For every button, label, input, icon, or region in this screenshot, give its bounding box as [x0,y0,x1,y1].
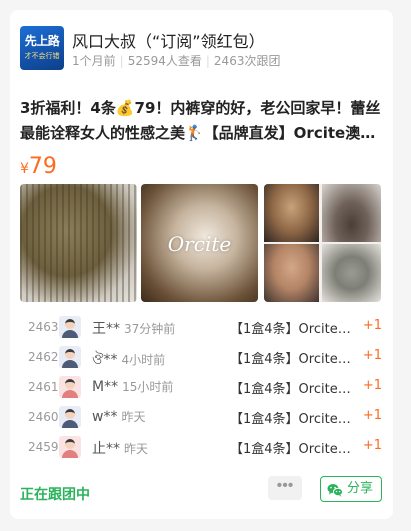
wechat-icon [327,482,344,506]
order-qty: +1 [362,378,382,393]
product-photos: Orcite [20,184,381,302]
leader-avatar[interactable]: 先上路 才不会行错 [20,26,64,70]
order-row[interactable]: 2462 ঔ**4小时前 【1盒4条】Orcite澳瑟特 +1 [20,342,382,372]
user-avatar-icon [59,316,81,338]
share-button[interactable]: 分享 [320,476,382,502]
post-title[interactable]: 3折福利！4条💰79！内裤穿的好，老公回家早！蕾丝最能诠释女人的性感之美🏌️【品… [20,96,382,146]
order-item: 【1盒4条】Orcite澳瑟特 [230,322,356,337]
view-count: 52594人查看 [127,54,202,68]
leader-header[interactable]: 先上路 才不会行错 风口大叔（“订阅”领红包） 1个月前 | 52594人查看 | 24… [20,26,380,72]
order-row[interactable]: 2461 M**15小时前 【1盒4条】Orcite澳瑟特 +1 [20,372,382,402]
price-value: 79 [28,154,57,179]
order-list: 2463 王** 37分钟前 【1盒4条】Orcite澳瑟特 +1 2462 ঔ*… [20,312,382,462]
order-time: 15小时前 [122,380,174,394]
order-qty: +1 [362,408,382,423]
avatar-text-sub: 才不会行错 [24,52,60,60]
order-item: 【1盒4条】Orcite澳瑟特 [230,382,356,397]
post-time: 1个月前 [72,54,116,68]
order-user: 止** 昨天 [92,438,148,458]
collage-tile [264,184,319,242]
order-user: ঔ** 4小时前 [92,348,165,372]
collage-tile [322,244,381,302]
order-username: w** [92,409,118,425]
order-user: M** 15小时前 [92,378,173,395]
user-avatar-icon [59,346,81,368]
post-meta: 1个月前 | 52594人查看 | 2463次跟团 [72,52,280,69]
order-username: 王** [92,321,120,337]
order-qty: +1 [362,438,382,453]
product-photo-1[interactable] [20,184,137,302]
group-status: 正在跟团中 [20,487,90,503]
order-index: 2459 [28,440,59,454]
share-label: 分享 [347,481,374,496]
order-username: 止** [92,441,120,457]
product-photo-2[interactable]: Orcite [141,184,258,302]
order-index: 2460 [28,410,59,424]
order-item: 【1盒4条】Orcite澳瑟特 [230,412,356,427]
collage-tile [264,244,319,302]
product-photo-3[interactable] [264,184,381,302]
order-username: ঔ** [92,352,118,368]
user-avatar-icon [59,376,81,398]
avatar-text-main: 先上路 [24,34,60,48]
order-index: 2463 [28,320,59,334]
order-time: 4小时前 [121,353,166,367]
order-row[interactable]: 2460 w**昨天 【1盒4条】Orcite澳瑟特 +1 [20,402,382,432]
order-user: 王** 37分钟前 [92,318,175,338]
order-user: w** 昨天 [92,408,145,425]
follower-count: 2463次跟团 [213,54,281,68]
group-buy-card[interactable]: 先上路 才不会行错 风口大叔（“订阅”领红包） 1个月前 | 52594人查看 | 24… [10,10,393,519]
meta-divider: | [119,54,124,68]
more-dots-icon: ••• [276,477,294,494]
order-time: 昨天 [121,410,146,424]
price-currency: ¥ [20,161,29,177]
order-item: 【1盒4条】Orcite澳瑟特 [230,352,356,367]
order-qty: +1 [362,318,382,333]
order-qty: +1 [362,348,382,363]
order-username: M** [92,379,119,395]
order-index: 2462 [28,350,59,364]
more-button[interactable]: ••• [268,476,302,500]
collage-tile [322,184,381,242]
leader-name[interactable]: 风口大叔（“订阅”领红包） [72,28,265,52]
order-item: 【1盒4条】Orcite澳瑟特 [230,442,356,457]
brand-watermark: Orcite [167,232,232,256]
order-time: 昨天 [124,442,149,456]
order-row[interactable]: 2459 止** 昨天 【1盒4条】Orcite澳瑟特 +1 [20,432,382,462]
user-avatar-icon [59,406,81,428]
user-avatar-icon [59,436,81,458]
card-footer: 正在跟团中 ••• 分享 [20,476,382,506]
meta-divider: | [205,54,210,68]
order-index: 2461 [28,380,59,394]
order-time: 37分钟前 [124,322,176,336]
price: ¥79 [20,154,57,179]
order-row[interactable]: 2463 王** 37分钟前 【1盒4条】Orcite澳瑟特 +1 [20,312,382,342]
